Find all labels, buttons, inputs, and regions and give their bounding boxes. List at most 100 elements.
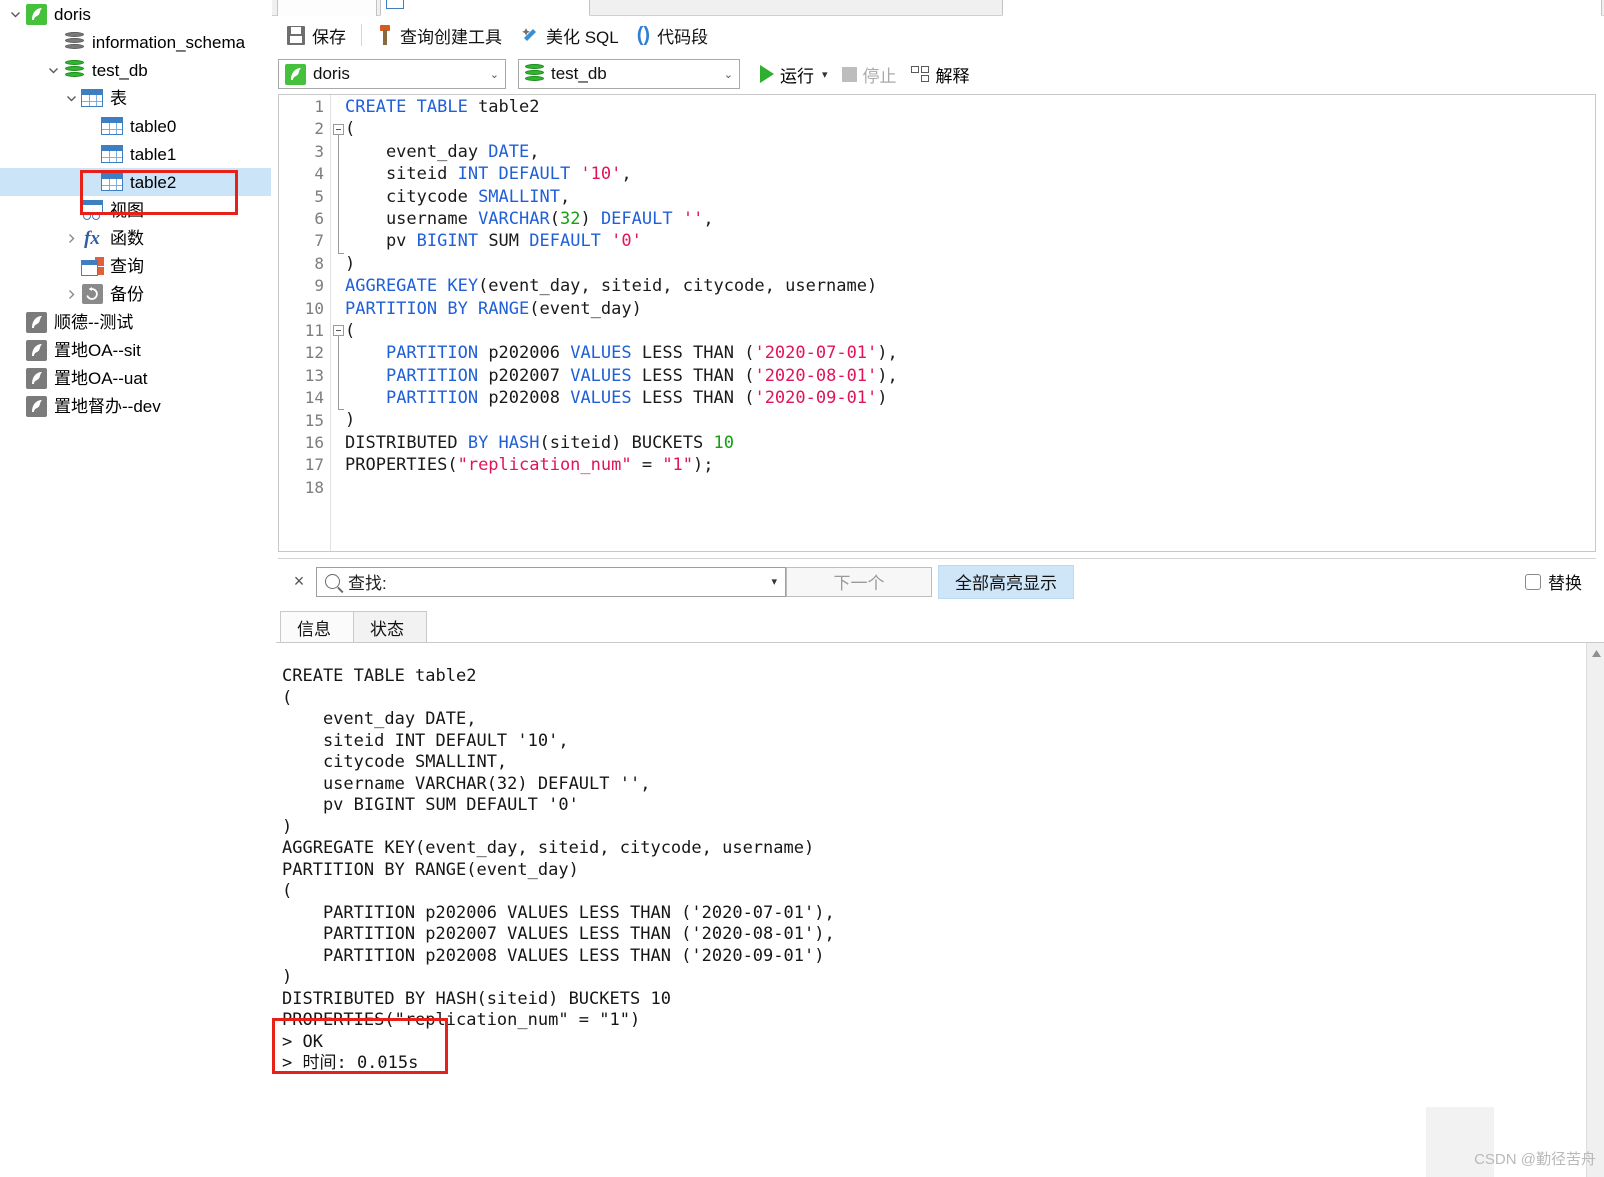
tree-item-label: doris bbox=[54, 4, 91, 24]
tree-item---dev-14[interactable]: 置地督办--dev bbox=[0, 392, 271, 420]
code-token: '10' bbox=[580, 164, 622, 185]
code-line[interactable]: PARTITION BY RANGE(event_day) bbox=[345, 298, 1595, 320]
code-line[interactable]: AGGREGATE KEY(event_day, siteid, citycod… bbox=[345, 275, 1595, 297]
highlight-all-button[interactable]: 全部高亮显示 bbox=[938, 564, 1074, 599]
save-button-label: 保存 bbox=[312, 27, 346, 47]
code-line[interactable]: ( bbox=[345, 118, 1595, 140]
navigation-tree-sidebar[interactable]: doris information_schema test_db 表 table0 tab… bbox=[0, 0, 272, 1177]
chevron-right-icon[interactable] bbox=[62, 280, 80, 308]
database-select[interactable]: test_db ⌄ bbox=[518, 59, 740, 89]
explain-button[interactable]: 解释 bbox=[905, 59, 976, 89]
chevron-down-icon[interactable] bbox=[44, 56, 62, 84]
play-icon bbox=[760, 65, 774, 83]
chevron-down-icon[interactable]: ▾ bbox=[822, 68, 828, 81]
code-line[interactable]: DISTRIBUTED BY HASH(siteid) BUCKETS 10 bbox=[345, 432, 1595, 454]
code-token: LESS THAN ( bbox=[631, 343, 755, 364]
result-tab-1[interactable]: 状态 bbox=[353, 611, 427, 643]
fold-marker[interactable] bbox=[333, 124, 344, 135]
close-icon[interactable]: × bbox=[286, 571, 312, 592]
code-line[interactable]: PARTITION p202006 VALUES LESS THAN ('202… bbox=[345, 342, 1595, 364]
chevron-down-icon[interactable] bbox=[62, 84, 80, 112]
save-button[interactable]: 保存 bbox=[278, 20, 355, 50]
chevron-down-icon[interactable]: ▾ bbox=[771, 575, 777, 588]
code-token: PARTITION bbox=[385, 343, 479, 364]
line-number: 4 bbox=[314, 164, 324, 184]
table-icon bbox=[100, 143, 124, 165]
code-line[interactable]: citycode SMALLINT, bbox=[345, 186, 1595, 208]
code-token: DEFAULT bbox=[529, 231, 612, 252]
tree-item-OA--uat-13[interactable]: 置地OA--uat bbox=[0, 364, 271, 392]
tree-item-doris-0[interactable]: doris bbox=[0, 0, 271, 28]
code-line[interactable]: PROPERTIES("replication_num" = "1"); bbox=[345, 454, 1595, 476]
fold-marker[interactable] bbox=[333, 325, 344, 336]
tree-item--9[interactable]: 查询 bbox=[0, 252, 271, 280]
snippet-button[interactable]: () 代码段 bbox=[628, 20, 717, 50]
tree-item-test_db-2[interactable]: test_db bbox=[0, 56, 271, 84]
output-panel[interactable]: CREATE TABLE table2 ( event_day DATE, si… bbox=[276, 643, 1604, 1177]
sql-editor[interactable]: 1 2 3 4 5 6 7 8 9 10 11 12 13 14 15 16 17 18 CREATE TABLE… bbox=[278, 94, 1596, 552]
explain-icon bbox=[910, 65, 930, 83]
editor-tab-strip[interactable] bbox=[272, 0, 1604, 16]
connection-icon bbox=[24, 395, 48, 417]
find-next-button[interactable]: 下一个 bbox=[786, 566, 932, 597]
code-token: (event_day, siteid, citycode, username) bbox=[478, 276, 878, 297]
query-icon bbox=[80, 255, 104, 277]
code-line[interactable]: CREATE TABLE table2 bbox=[345, 96, 1595, 118]
code-line[interactable]: username VARCHAR(32) DEFAULT '', bbox=[345, 208, 1595, 230]
parentheses-icon: () bbox=[636, 24, 651, 46]
code-token: (event_day) bbox=[529, 298, 642, 319]
tree-item--3[interactable]: 表 bbox=[0, 84, 271, 112]
tab-active-query[interactable] bbox=[380, 0, 590, 16]
code-line[interactable]: event_day DATE, bbox=[345, 141, 1595, 163]
beautify-sql-button[interactable]: 美化 SQL bbox=[511, 20, 628, 50]
tree-item--8[interactable]: fx 函数 bbox=[0, 224, 271, 252]
code-line[interactable]: ) bbox=[345, 253, 1595, 275]
code-line[interactable]: ) bbox=[345, 409, 1595, 431]
database-icon bbox=[62, 31, 86, 53]
tree-item--10[interactable]: 备份 bbox=[0, 280, 271, 308]
tree-item-table2-6[interactable]: table2 bbox=[0, 168, 271, 196]
save-icon bbox=[287, 25, 305, 45]
line-number: 16 bbox=[304, 433, 324, 452]
search-input[interactable]: 查找: ▾ bbox=[316, 566, 786, 597]
tree-list[interactable]: doris information_schema test_db 表 table0 tab… bbox=[0, 0, 271, 420]
chevron-down-icon[interactable] bbox=[6, 0, 24, 28]
code-token: VALUES bbox=[570, 365, 632, 386]
chevron-down-icon: ⌄ bbox=[489, 68, 499, 81]
tree-item-label: 视图 bbox=[110, 200, 144, 220]
code-line[interactable]: siteid INT DEFAULT '10', bbox=[345, 163, 1595, 185]
tree-item----11[interactable]: 顺德--测试 bbox=[0, 308, 271, 336]
replace-toggle[interactable]: 替换 bbox=[1525, 569, 1588, 594]
watermark: CSDN @勤径苦舟 bbox=[1474, 1151, 1596, 1168]
result-tabs[interactable]: 信息 状态 bbox=[276, 611, 1604, 643]
query-builder-button[interactable]: 查询创建工具 bbox=[368, 20, 511, 50]
code-content[interactable]: CREATE TABLE table2( event_day DATE, sit… bbox=[345, 95, 1595, 499]
run-controls[interactable]: 运行 ▾ 停止 解释 bbox=[754, 59, 976, 89]
tree-item--7[interactable]: 视图 bbox=[0, 196, 271, 224]
editor-toolbar[interactable]: 保存 查询创建工具 美化 SQL () 代码段 bbox=[272, 16, 1604, 54]
connection-select[interactable]: doris ⌄ bbox=[278, 59, 506, 89]
code-line[interactable]: PARTITION p202007 VALUES LESS THAN ('202… bbox=[345, 365, 1595, 387]
connection-toolbar[interactable]: doris ⌄ test_db ⌄ 运行 ▾ 停止 解释 bbox=[272, 54, 1604, 94]
code-line[interactable]: PARTITION p202008 VALUES LESS THAN ('202… bbox=[345, 387, 1595, 409]
code-line[interactable]: ( bbox=[345, 320, 1595, 342]
view-icon bbox=[80, 199, 104, 221]
run-button[interactable]: 运行 ▾ bbox=[754, 59, 834, 89]
chevron-right-icon[interactable] bbox=[62, 224, 80, 252]
code-line[interactable] bbox=[345, 477, 1595, 499]
tree-item-table1-5[interactable]: table1 bbox=[0, 140, 271, 168]
scroll-up-arrow-icon[interactable] bbox=[1587, 645, 1604, 661]
find-bar[interactable]: × 查找: ▾ 下一个 全部高亮显示 替换 bbox=[278, 558, 1596, 604]
tree-item-OA--sit-12[interactable]: 置地OA--sit bbox=[0, 336, 271, 364]
code-token: VALUES bbox=[570, 388, 632, 409]
tab-inactive-1[interactable] bbox=[277, 0, 377, 16]
tree-item-information_schema-1[interactable]: information_schema bbox=[0, 28, 271, 56]
result-tab-0[interactable]: 信息 bbox=[280, 611, 354, 643]
code-fold-gutter[interactable] bbox=[331, 95, 345, 551]
output-scrollbar[interactable] bbox=[1586, 643, 1604, 1177]
tree-item-table0-4[interactable]: table0 bbox=[0, 112, 271, 140]
checkbox-icon[interactable] bbox=[1525, 573, 1541, 590]
code-line[interactable]: pv BIGINT SUM DEFAULT '0' bbox=[345, 230, 1595, 252]
